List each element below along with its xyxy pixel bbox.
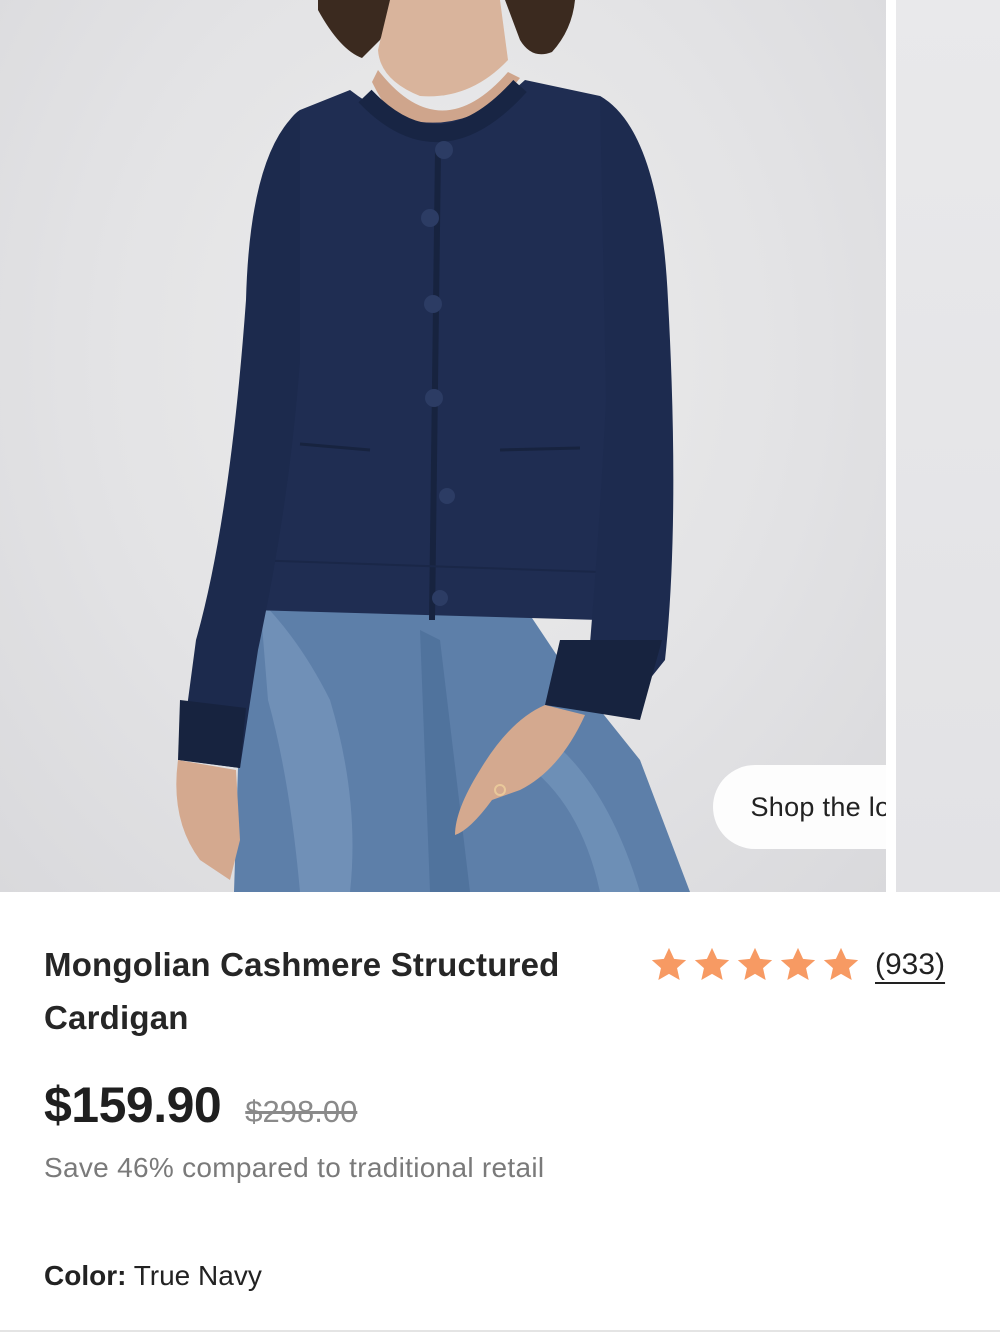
savings-text: Save 46% compared to traditional retail bbox=[44, 1152, 545, 1183]
color-selection: Color: True Navy bbox=[44, 1260, 262, 1292]
star-icon bbox=[823, 947, 859, 981]
next-product-image-peek[interactable] bbox=[896, 0, 1000, 892]
product-image-main[interactable]: Shop the look bbox=[0, 0, 886, 892]
divider bbox=[0, 1330, 1000, 1332]
product-rating[interactable]: (933) bbox=[648, 940, 945, 990]
product-title: Mongolian Cashmere Structured Cardigan bbox=[44, 946, 560, 1036]
review-count-link[interactable]: (933) bbox=[875, 948, 945, 982]
price-row: $159.90 $298.00 bbox=[44, 1076, 357, 1134]
sale-price: $159.90 bbox=[44, 1077, 222, 1133]
color-label: Color: bbox=[44, 1260, 127, 1291]
star-icon bbox=[780, 947, 816, 981]
product-photo bbox=[176, 0, 690, 892]
original-price: $298.00 bbox=[245, 1094, 358, 1129]
product-image-gallery[interactable]: Shop the look bbox=[0, 0, 1000, 892]
star-icon bbox=[694, 947, 730, 981]
color-value: True Navy bbox=[133, 1260, 262, 1291]
star-icon bbox=[737, 947, 773, 981]
star-icon bbox=[651, 947, 687, 981]
shop-the-look-button[interactable]: Shop the look bbox=[713, 765, 886, 849]
